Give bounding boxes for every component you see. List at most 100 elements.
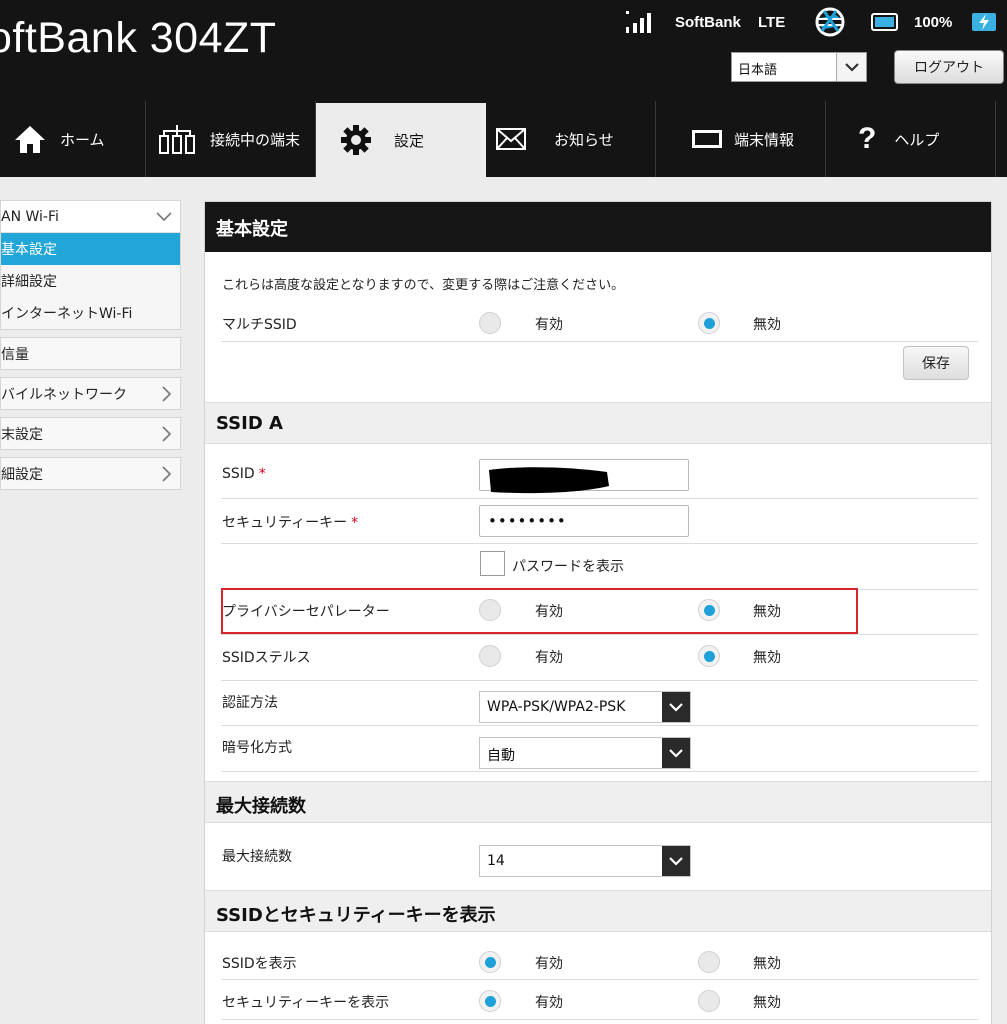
auth-method-value: WPA-PSK/WPA2-PSK [487, 699, 626, 715]
header: oftBank 304ZT SoftBank LTE 100% 日本語 ログアウ… [0, 0, 1007, 101]
sidebar: AN Wi-Fi 基本設定 詳細設定 インターネットWi-Fi 信量 バイルネッ… [0, 200, 181, 490]
show-key-disable-radio[interactable] [698, 990, 720, 1012]
encryption-label: 暗号化方式 [222, 740, 292, 756]
show-ssid-row [221, 938, 978, 980]
security-key-input[interactable]: •••••••• [479, 505, 689, 537]
show-password-checkbox[interactable] [480, 551, 505, 576]
ssid-stealth-label: SSIDステルス [222, 650, 311, 666]
tab-label: ヘルプ [894, 130, 940, 149]
show-key-enable-radio[interactable] [479, 990, 501, 1012]
tab-label: お知らせ [554, 130, 614, 149]
language-select[interactable]: 日本語 [731, 52, 867, 82]
sidebar-item-device-settings[interactable]: 末設定 [0, 417, 181, 450]
tab-label: 接続中の端末 [210, 130, 301, 149]
max-connections-select[interactable]: 14 [479, 845, 691, 877]
chevron-down-icon[interactable] [662, 846, 690, 876]
chevron-down-icon[interactable] [662, 738, 690, 768]
disable-label: 無効 [753, 650, 781, 666]
logout-button[interactable]: ログアウト [894, 50, 1004, 84]
ssid-stealth-disable-radio[interactable] [698, 645, 720, 667]
battery-icon [871, 8, 901, 36]
tab-connected-devices[interactable]: 接続中の端末 [146, 101, 316, 177]
chevron-down-icon[interactable] [662, 692, 690, 722]
chevron-right-icon [160, 466, 172, 486]
enable-label: 有効 [535, 650, 563, 666]
sidebar-item-mobile-network[interactable]: バイルネットワーク [0, 377, 181, 410]
sidebar-group-wlan: AN Wi-Fi 基本設定 詳細設定 インターネットWi-Fi [0, 200, 181, 330]
sidebar-item-label: 詳細設定 [1, 274, 57, 290]
tab-label: ホーム [60, 130, 105, 149]
display-icon [692, 130, 722, 148]
multi-ssid-enable-radio[interactable] [479, 312, 501, 334]
help-icon: ? [858, 122, 877, 155]
section-title-ssid-a: SSID A [205, 402, 991, 444]
ssid-label: SSID * [222, 466, 266, 482]
language-value: 日本語 [738, 63, 778, 78]
sidebar-item-label: バイルネットワーク [1, 386, 127, 403]
sidebar-item-basic[interactable]: 基本設定 [1, 233, 180, 265]
sidebar-item-detail-settings[interactable]: 細設定 [0, 457, 181, 490]
encryption-value: 自動 [487, 748, 515, 764]
disable-label: 無効 [753, 956, 781, 972]
multi-ssid-row [221, 302, 978, 342]
enable-label: 有効 [535, 317, 563, 333]
section-title-max-connections: 最大接続数 [205, 781, 991, 823]
redacted-ssid [489, 467, 609, 494]
tab-home[interactable]: ホーム [0, 101, 146, 177]
sidebar-item-internet-wifi[interactable]: インターネットWi-Fi [1, 297, 180, 329]
show-ssid-label: SSIDを表示 [222, 956, 297, 972]
devices-icon [158, 123, 196, 155]
sidebar-group-title: AN Wi-Fi [1, 208, 59, 225]
charging-icon [971, 8, 997, 36]
chevron-down-icon[interactable] [836, 53, 866, 81]
max-connections-value: 14 [487, 853, 505, 869]
gear-icon [340, 124, 372, 156]
encryption-select[interactable]: 自動 [479, 737, 691, 769]
tab-device-info[interactable]: 端末情報 [656, 101, 826, 177]
multi-ssid-label: マルチSSID [222, 317, 297, 333]
ssid-stealth-enable-radio[interactable] [479, 645, 501, 667]
main-nav: ホーム 接続中の端末 設定 お知らせ 端末情報 ? ヘルプ [0, 101, 1007, 177]
tab-label: 設定 [394, 131, 425, 150]
sidebar-item-label: インターネットWi-Fi [1, 306, 133, 322]
tab-help[interactable]: ? ヘルプ [826, 101, 996, 177]
multi-ssid-disable-radio[interactable] [698, 312, 720, 334]
show-key-label: セキュリティーキーを表示 [222, 995, 390, 1011]
battery-percent: 100% [914, 13, 953, 31]
globe-icon [812, 7, 848, 37]
disable-label: 無効 [753, 317, 781, 333]
carrier-name: SoftBank [675, 13, 741, 31]
show-password-label: パスワードを表示 [512, 559, 624, 575]
save-button[interactable]: 保存 [903, 346, 969, 380]
enable-label: 有効 [535, 956, 563, 972]
section-title-basic: 基本設定 [205, 202, 991, 252]
disable-label: 無効 [753, 995, 781, 1011]
sidebar-item-data-usage[interactable]: 信量 [0, 337, 181, 370]
auth-method-select[interactable]: WPA-PSK/WPA2-PSK [479, 691, 691, 723]
device-title: oftBank 304ZT [0, 14, 277, 62]
signal-icon [624, 8, 654, 36]
section-title-display: SSIDとセキュリティーキーを表示 [205, 890, 991, 932]
max-connections-label: 最大接続数 [222, 849, 292, 865]
chevron-right-icon [160, 426, 172, 446]
tab-settings[interactable]: 設定 [316, 103, 486, 177]
show-ssid-disable-radio[interactable] [698, 951, 720, 973]
sidebar-item-label: 細設定 [1, 466, 43, 483]
home-icon [14, 124, 46, 154]
sidebar-item-label: 信量 [1, 346, 29, 363]
ssid-stealth-row [221, 635, 978, 681]
security-key-label: セキュリティーキー * [222, 515, 359, 531]
privacy-separator-highlight [221, 588, 858, 634]
tab-label: 端末情報 [734, 130, 795, 149]
mail-icon [496, 128, 526, 150]
sidebar-item-label: 基本設定 [1, 242, 57, 258]
tab-notifications[interactable]: お知らせ [486, 101, 656, 177]
sidebar-item-advanced[interactable]: 詳細設定 [1, 265, 180, 297]
network-type: LTE [758, 13, 786, 31]
chevron-right-icon [160, 386, 172, 406]
enable-label: 有効 [535, 995, 563, 1011]
auth-method-label: 認証方法 [222, 695, 278, 711]
sidebar-item-label: 末設定 [1, 426, 43, 443]
sidebar-group-header[interactable]: AN Wi-Fi [1, 201, 180, 233]
show-ssid-enable-radio[interactable] [479, 951, 501, 973]
